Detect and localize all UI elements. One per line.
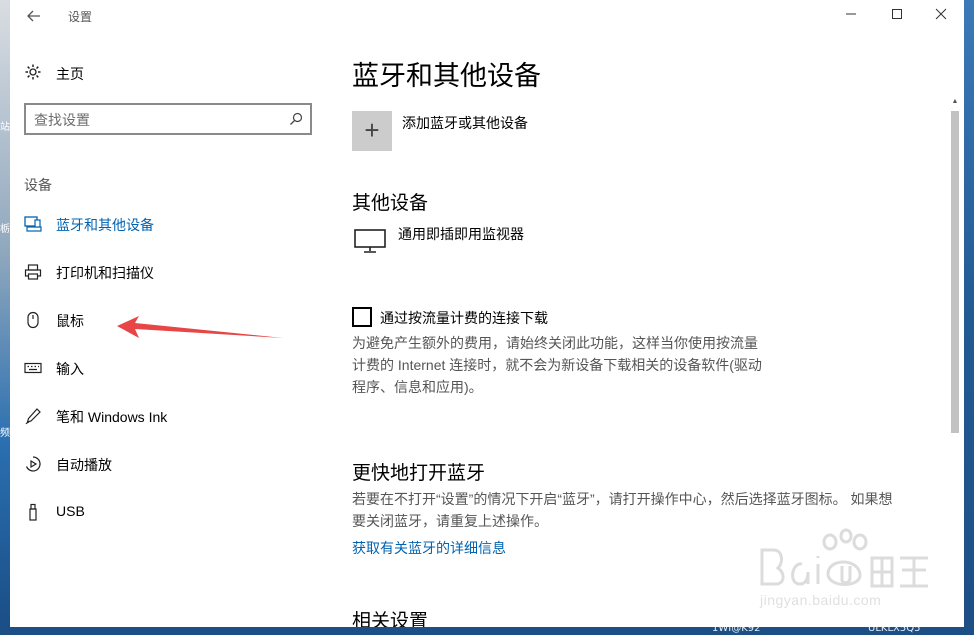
autoplay-icon xyxy=(24,455,42,473)
bluetooth-devices-icon xyxy=(24,215,42,233)
baidu-watermark: jingyan.baidu.com xyxy=(758,528,934,608)
search-box[interactable] xyxy=(24,103,312,135)
bluetooth-info-link[interactable]: 获取有关蓝牙的详细信息 xyxy=(352,538,506,558)
usb-icon xyxy=(24,503,42,521)
metered-download-label[interactable]: 通过按流量计费的连接下载 xyxy=(380,308,548,328)
pen-icon xyxy=(24,407,42,425)
metered-download-checkbox[interactable] xyxy=(352,307,372,327)
sidebar-item-label: 打印机和扫描仪 xyxy=(56,265,154,281)
sidebar-item-label: 笔和 Windows Ink xyxy=(56,409,168,425)
sidebar-home[interactable]: 主页 xyxy=(10,56,330,90)
sidebar-item-bluetooth[interactable]: 蓝牙和其他设备 xyxy=(10,204,330,244)
related-settings-heading: 相关设置 xyxy=(352,611,429,627)
scroll-up-icon[interactable]: ▲ xyxy=(951,97,959,107)
baidu-logo-icon xyxy=(760,528,928,588)
sidebar-item-pen[interactable]: 笔和 Windows Ink xyxy=(10,396,330,436)
scrollbar-thumb[interactable] xyxy=(951,111,959,433)
desktop-icon-label: 站 xyxy=(0,122,10,133)
sidebar-item-label: 输入 xyxy=(56,361,84,377)
page-title: 蓝牙和其他设备 xyxy=(352,61,541,91)
gear-icon xyxy=(24,63,42,81)
sidebar-item-label: 自动播放 xyxy=(56,457,112,473)
quick-bluetooth-heading: 更快地打开蓝牙 xyxy=(352,463,486,484)
search-icon[interactable] xyxy=(288,111,304,127)
add-device-label[interactable]: 添加蓝牙或其他设备 xyxy=(402,113,528,133)
description-line: 若要在不打开“设置”的情况下开启“蓝牙”，请打开操作中心，然后选择蓝牙图标。 如… xyxy=(352,491,893,507)
window-title: 设置 xyxy=(68,10,93,24)
settings-window: 设置 主页 设备 蓝牙和其他设备 打印机和扫描仪 xyxy=(10,0,964,627)
add-device-button[interactable]: + xyxy=(352,111,392,151)
keyboard-icon xyxy=(24,359,42,377)
desktop-icon-label: 栃 xyxy=(0,224,10,235)
metered-description: 为避免产生额外的费用，请始终关闭此功能，这样当你使用按流量 计费的 Intern… xyxy=(352,332,762,398)
other-devices-heading: 其他设备 xyxy=(352,193,429,214)
sidebar-item-label: 蓝牙和其他设备 xyxy=(56,217,154,233)
description-line: 计费的 Internet 连接时，就不会为新设备下载相关的设备软件(驱动 xyxy=(352,357,762,373)
red-annotation-arrow xyxy=(117,316,283,338)
monitor-icon xyxy=(354,228,386,254)
printer-icon xyxy=(24,263,42,281)
scrollbar[interactable]: ▲ xyxy=(951,97,959,627)
sidebar-item-usb[interactable]: USB xyxy=(10,492,330,532)
plus-icon: + xyxy=(364,115,380,145)
sidebar-item-label: USB xyxy=(56,503,85,519)
description-line: 为避免产生额外的费用，请始终关闭此功能，这样当你使用按流量 xyxy=(352,335,758,351)
sidebar-item-label: 鼠标 xyxy=(56,313,84,329)
device-item-monitor[interactable]: 通用即插即用监视器 xyxy=(398,224,524,244)
mouse-icon xyxy=(24,311,42,329)
taskbar-fragment: 1WI@K92 ULKLX5Q5 xyxy=(0,623,974,635)
desktop-left-strip xyxy=(0,0,10,635)
back-arrow-icon[interactable] xyxy=(24,6,44,26)
sidebar-item-typing[interactable]: 输入 xyxy=(10,348,330,388)
desktop-right-strip xyxy=(964,0,974,635)
description-line: 程序、信息和应用)。 xyxy=(352,379,483,395)
home-label: 主页 xyxy=(56,66,84,82)
sidebar-item-autoplay[interactable]: 自动播放 xyxy=(10,444,330,484)
search-input[interactable] xyxy=(34,109,274,131)
desktop-icon-label: 频 xyxy=(0,428,10,439)
quick-bluetooth-description: 若要在不打开“设置”的情况下开启“蓝牙”，请打开操作中心，然后选择蓝牙图标。 如… xyxy=(352,488,893,532)
watermark-url: jingyan.baidu.com xyxy=(760,592,882,608)
section-label-devices: 设备 xyxy=(24,177,52,193)
sidebar-item-printers[interactable]: 打印机和扫描仪 xyxy=(10,252,330,292)
